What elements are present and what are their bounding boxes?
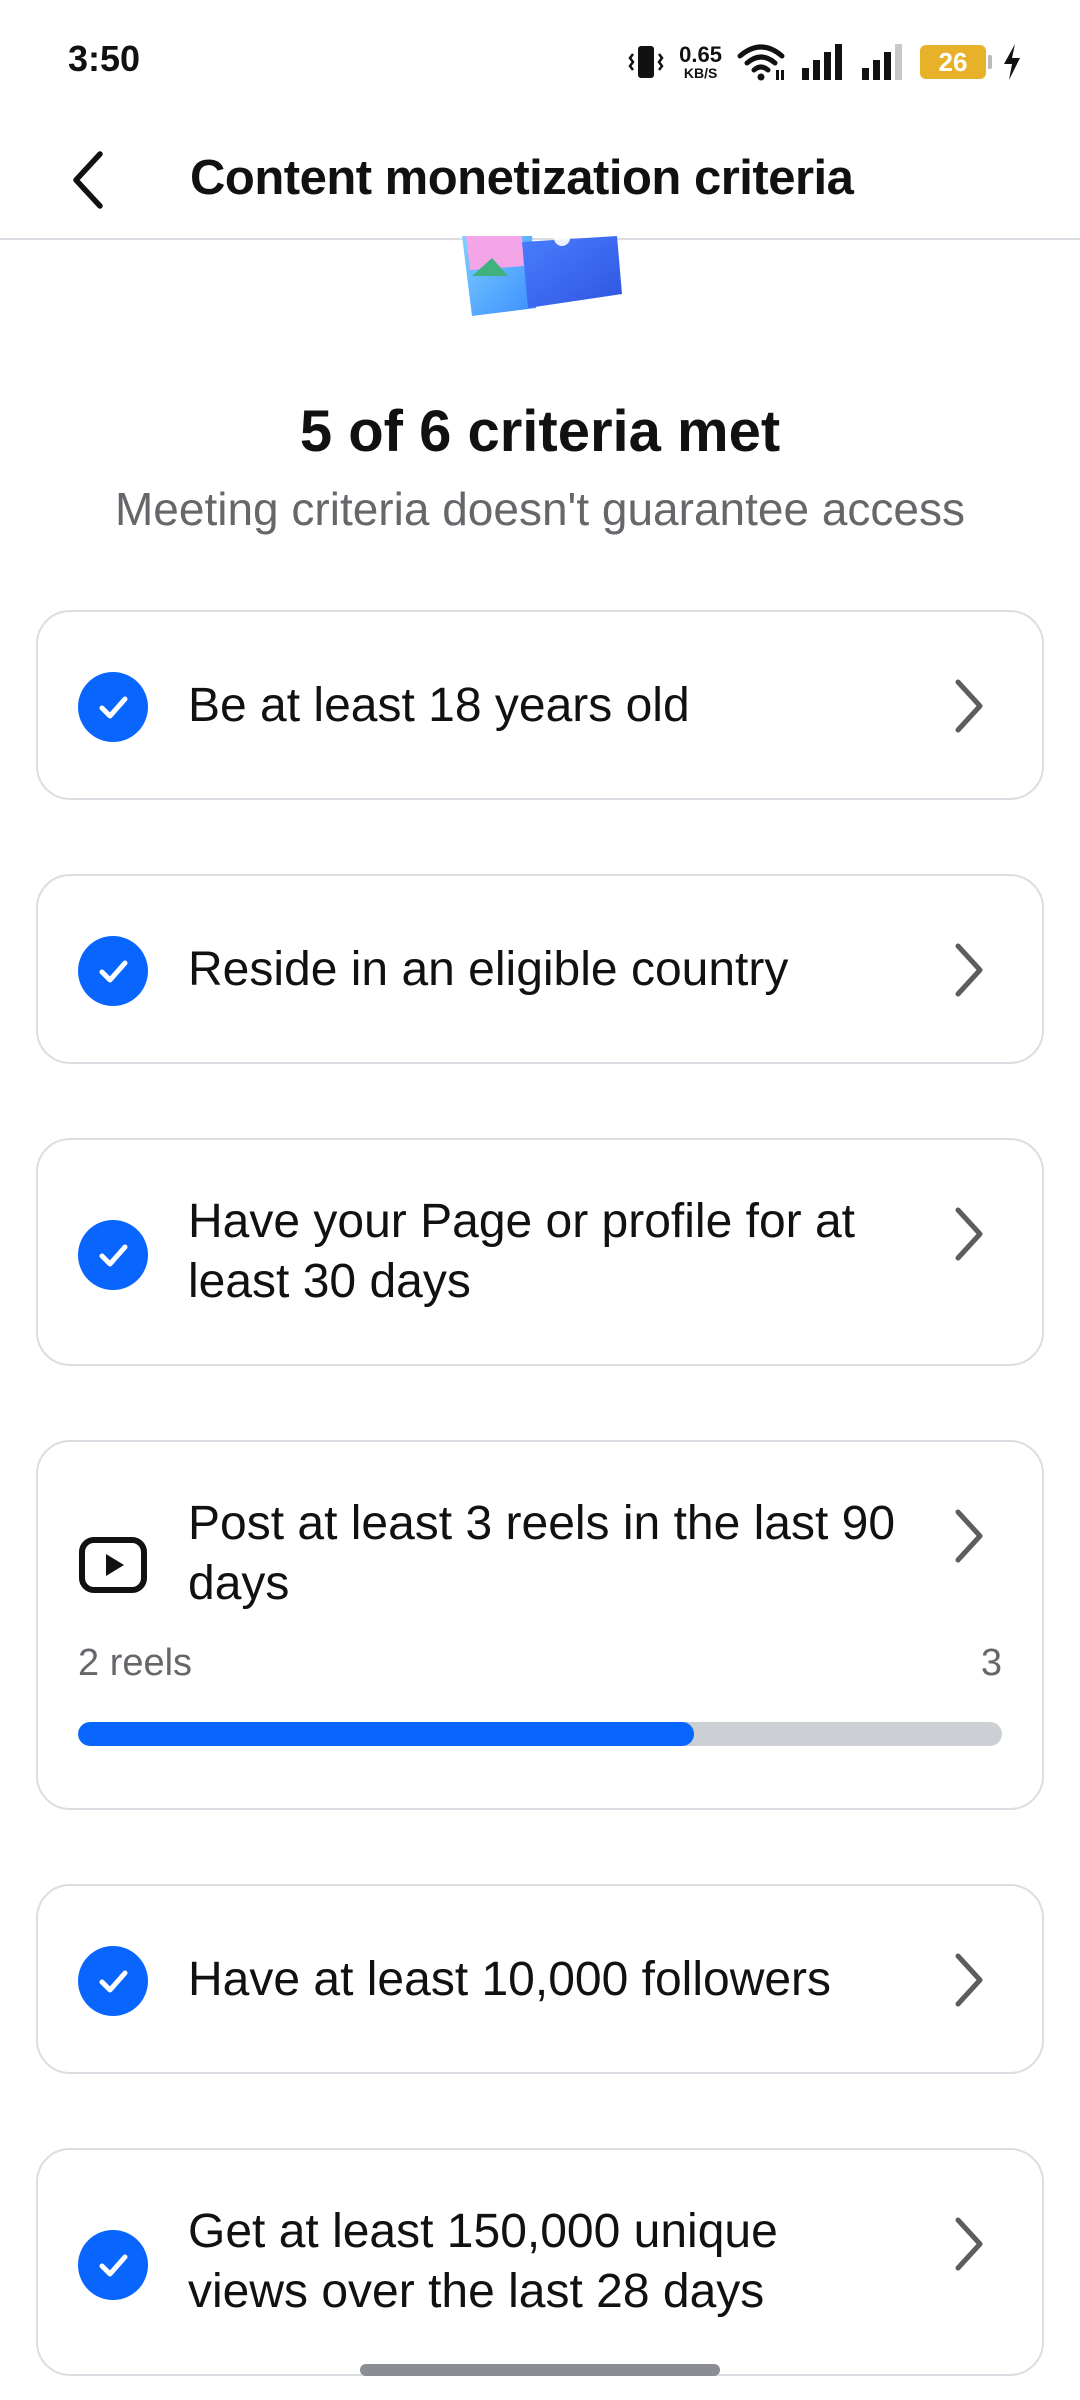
chevron-right-icon [955,679,983,733]
criterion-label: Post at least 3 reels in the last 90 day… [188,1497,896,1610]
criterion-label: Have at least 10,000 followers [188,1953,832,2006]
network-speed-value: 0.65 [679,42,722,67]
progress-bar [78,1722,1002,1746]
criteria-summary-subtitle: Meeting criteria doesn't guarantee acces… [114,483,966,535]
chevron-right-icon [955,1207,983,1261]
back-arrow-icon [73,151,103,209]
criteria-summary-title: 5 of 6 criteria met [299,399,781,464]
progress-target-label: 3 [980,1642,1002,1684]
network-speed: 0.65 KB/S [679,42,722,81]
chevron-right-icon [955,943,983,997]
home-indicator[interactable] [360,2364,720,2376]
criterion-label: Have your Page or profile for at least 3… [188,1195,856,1308]
wifi-icon [737,44,785,81]
check-circle-icon [78,672,148,742]
check-circle-icon [78,936,148,1006]
signal-icon [802,44,842,80]
criterion-country[interactable]: Reside in an eligible country [36,874,1044,1064]
signal-icon [862,44,902,80]
criterion-label: Be at least 18 years old [188,679,690,732]
criterion-label: Reside in an eligible country [188,943,789,996]
network-speed-unit: KB/S [683,65,718,81]
progress-bar-fill [78,1722,695,1746]
chevron-right-icon [955,1953,983,2007]
app-header: Content monetization criteria [0,120,1080,240]
check-circle-icon [78,1220,148,1290]
status-bar: 3:50 0.65 KB/S 26 [0,0,1080,120]
criterion-age[interactable]: Be at least 18 years old [36,610,1044,800]
criterion-label: Get at least 150,000 unique views over t… [188,2205,778,2318]
chevron-right-icon [955,2217,983,2271]
criterion-account-age[interactable]: Have your Page or profile for at least 3… [36,1138,1044,1366]
check-circle-icon [78,1946,148,2016]
reels-icon [79,1537,147,1593]
status-icons: 0.65 KB/S 26 [627,36,1024,88]
criterion-views[interactable]: Get at least 150,000 unique views over t… [36,2148,1044,2376]
battery-level: 26 [938,46,968,77]
back-button[interactable] [50,142,126,218]
progress-current-label: 2 reels [78,1642,193,1684]
criterion-reels[interactable]: Post at least 3 reels in the last 90 day… [36,1440,1044,1810]
monetization-illustration-icon [462,236,622,316]
page-title: Content monetization criteria [190,151,854,205]
battery-icon: 26 [920,45,992,79]
charging-icon [1004,44,1020,80]
check-circle-icon [78,2230,148,2300]
status-time: 3:50 [68,38,141,79]
vibrate-icon [628,46,664,78]
chevron-right-icon [955,1509,983,1563]
criterion-followers[interactable]: Have at least 10,000 followers [36,1884,1044,2074]
